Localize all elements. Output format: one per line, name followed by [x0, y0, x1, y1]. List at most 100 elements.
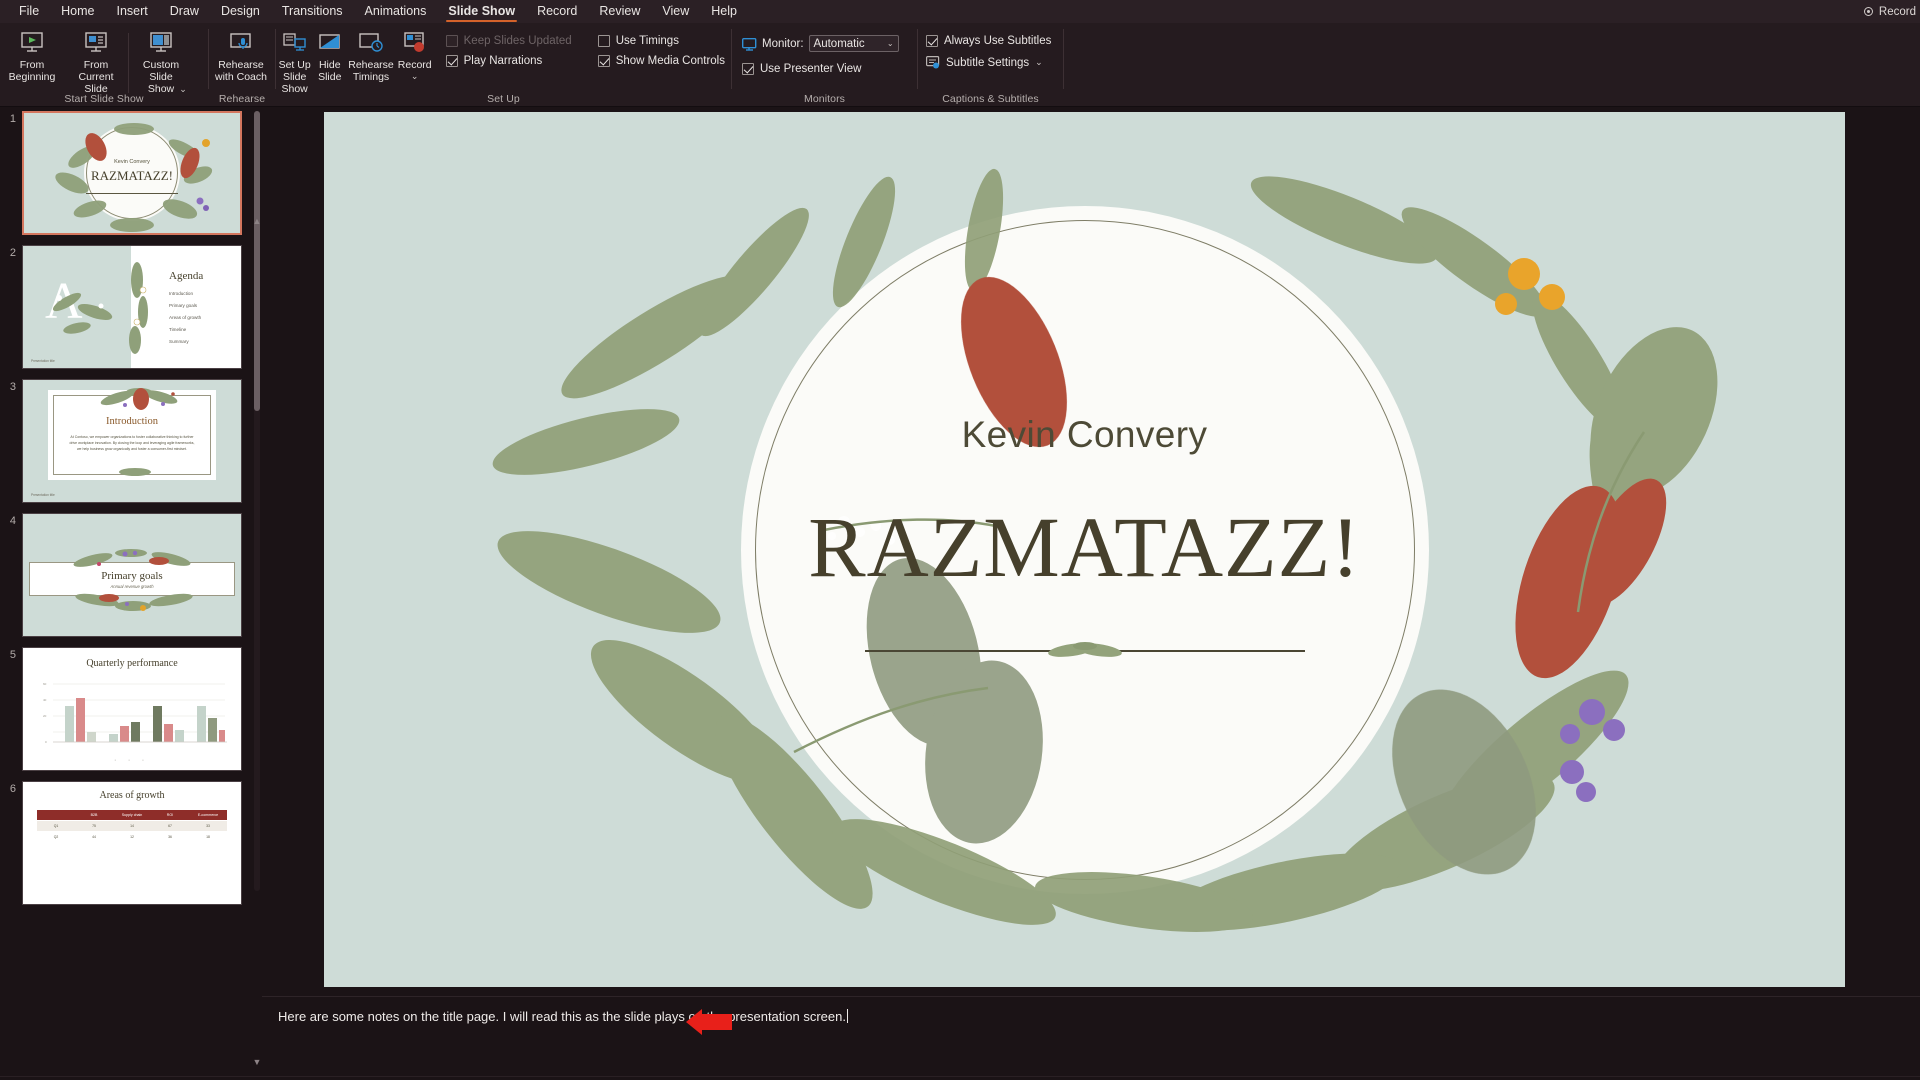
- thumb-table-cell: Q1: [37, 821, 75, 831]
- menu-item-record[interactable]: Record: [526, 0, 588, 23]
- slide-title-text[interactable]: RAZMATAZZ!: [324, 497, 1845, 597]
- monitor-label: Monitor:: [762, 38, 804, 50]
- menu-item-animations[interactable]: Animations: [354, 0, 438, 23]
- menu-item-slide-show[interactable]: Slide Show: [437, 0, 526, 23]
- ribbon-group-label-monitors: Monitors: [732, 93, 917, 105]
- slide-canvas[interactable]: Kevin Convery RAZMATAZZ!: [324, 112, 1845, 987]
- list-item[interactable]: 6 Areas of growth B2B Supply chain ROI E…: [0, 781, 262, 905]
- menu-item-review[interactable]: Review: [588, 0, 651, 23]
- slide-number: 2: [0, 245, 22, 259]
- set-up-slide-show-button[interactable]: Set Up Slide Show: [276, 27, 313, 95]
- always-use-subtitles-checkbox[interactable]: [926, 35, 938, 47]
- menu-item-insert[interactable]: Insert: [106, 0, 159, 23]
- hide-slide-button[interactable]: Hide Slide: [313, 27, 346, 83]
- menu-item-draw[interactable]: Draw: [159, 0, 210, 23]
- keep-slides-updated-label: Keep Slides Updated: [464, 35, 572, 47]
- thumb-agenda-item: Introduction: [169, 288, 201, 300]
- menu-item-help[interactable]: Help: [700, 0, 748, 23]
- slide-number: 4: [0, 513, 22, 527]
- show-media-controls-checkbox[interactable]: [598, 55, 610, 67]
- thumb-agenda-item: Areas of growth: [169, 312, 201, 324]
- notes-pane[interactable]: Here are some notes on the title page. I…: [262, 996, 1920, 1076]
- titlebar-record-area[interactable]: Record: [1864, 0, 1920, 23]
- from-beginning-icon: [18, 30, 46, 56]
- use-timings-checkbox[interactable]: [598, 35, 610, 47]
- notes-text-area[interactable]: Here are some notes on the title page. I…: [272, 1005, 1916, 1072]
- use-timings-checkbox-row[interactable]: Use Timings: [598, 35, 725, 47]
- from-current-slide-button[interactable]: From Current Slide: [64, 27, 128, 95]
- menu-item-home[interactable]: Home: [50, 0, 105, 23]
- list-item[interactable]: 4 Primary goals Annual revenue growth: [0, 513, 262, 637]
- monitor-select[interactable]: Automatic ⌄: [809, 35, 899, 52]
- slide-thumbnail-2[interactable]: A Agenda Introduction: [22, 245, 242, 369]
- thumb-agenda-item: Timeline: [169, 324, 201, 336]
- use-presenter-view-checkbox-row[interactable]: Use Presenter View: [742, 63, 861, 75]
- subtitle-settings-button[interactable]: Subtitle Settings ⌄: [926, 47, 1043, 69]
- play-narrations-checkbox-row[interactable]: Play Narrations: [446, 55, 572, 67]
- list-item[interactable]: 5 Quarterly performance: [0, 647, 262, 771]
- thumb-title: Agenda: [169, 270, 203, 282]
- thumbnail-scrollbar[interactable]: [254, 111, 260, 891]
- ribbon-group-rehearse: Rehearse with Coach Rehearse: [209, 23, 275, 107]
- use-presenter-view-checkbox[interactable]: [742, 63, 754, 75]
- rehearse-timings-button[interactable]: Rehearse Timings: [346, 27, 396, 83]
- use-timings-label: Use Timings: [616, 35, 679, 47]
- menu-item-view[interactable]: View: [651, 0, 700, 23]
- thumb-author: Kevin Convery: [24, 159, 240, 165]
- slide-thumbnail-panel[interactable]: 1: [0, 107, 262, 1076]
- slide-thumbnail-5[interactable]: Quarterly performance: [22, 647, 242, 771]
- thumb-chart: 6040200: [39, 676, 229, 758]
- keep-slides-updated-checkbox-row[interactable]: Keep Slides Updated: [446, 35, 572, 47]
- always-use-subtitles-checkbox-row[interactable]: Always Use Subtitles: [926, 35, 1051, 47]
- rehearse-timings-icon: [357, 30, 385, 56]
- thumb-table-header: [37, 810, 75, 820]
- menu-item-file[interactable]: File: [8, 0, 50, 23]
- record-ribbon-button[interactable]: Record ⌄: [396, 27, 434, 82]
- thumb-table-cell: 67: [151, 821, 189, 831]
- menu-item-design[interactable]: Design: [210, 0, 271, 23]
- svg-text:20: 20: [43, 714, 47, 718]
- ribbon-group-start-slide-show: From Beginning From Current Slide: [0, 23, 208, 107]
- scrollbar-thumb[interactable]: [254, 111, 260, 411]
- thumb-table-header: Supply chain: [113, 810, 151, 820]
- slide-author-text[interactable]: Kevin Convery: [324, 414, 1845, 456]
- svg-text:60: 60: [43, 682, 47, 686]
- slide-thumbnail-1[interactable]: Kevin Convery RAZMATAZZ!: [22, 111, 242, 235]
- show-media-controls-checkbox-row[interactable]: Show Media Controls: [598, 55, 725, 67]
- red-arrow-annotation-icon: [686, 1009, 732, 1035]
- slide-thumbnail-4[interactable]: Primary goals Annual revenue growth: [22, 513, 242, 637]
- setup-checkbox-column-2: Use Timings Show Media Controls: [590, 27, 731, 67]
- status-bar: Slide 1 of 15 Accessibility: Good to go …: [0, 1076, 1920, 1080]
- ribbon-group-label-rehearse: Rehearse: [209, 93, 275, 105]
- list-item[interactable]: 3 Introduction At Contoso, we empower: [0, 379, 262, 503]
- slide-thumbnail-6[interactable]: Areas of growth B2B Supply chain ROI E-c…: [22, 781, 242, 905]
- play-narrations-checkbox[interactable]: [446, 55, 458, 67]
- custom-slide-show-icon: [147, 30, 175, 56]
- thumb-table-cell: 18: [189, 832, 227, 842]
- play-narrations-label: Play Narrations: [464, 55, 543, 67]
- notes-text: Here are some notes on the title page. I…: [278, 1009, 846, 1024]
- scroll-down-arrow-icon[interactable]: ▼: [252, 1056, 262, 1068]
- from-beginning-button[interactable]: From Beginning: [0, 27, 64, 83]
- thumb-title: RAZMATAZZ!: [24, 168, 240, 184]
- chevron-down-icon: ⌄: [887, 39, 896, 48]
- list-item[interactable]: 1: [0, 111, 262, 235]
- menu-item-transitions[interactable]: Transitions: [271, 0, 354, 23]
- hide-slide-label: Hide Slide: [318, 59, 341, 83]
- custom-slide-show-button[interactable]: Custom Slide Show ⌄: [129, 27, 193, 95]
- chevron-down-icon[interactable]: ⌄: [411, 71, 419, 82]
- thumb-chart-legend: ▪ ▪ ▪: [23, 758, 241, 762]
- keep-slides-updated-checkbox[interactable]: [446, 35, 458, 47]
- slide-thumbnail-3[interactable]: Introduction At Contoso, we empower orga…: [22, 379, 242, 503]
- thumb-table-cell: 36: [151, 832, 189, 842]
- slide-leaf-ornament-icon: [1040, 636, 1130, 662]
- slide-canvas-pane: Kevin Convery RAZMATAZZ! Here are some n…: [262, 107, 1920, 1076]
- scroll-up-arrow-icon[interactable]: ▲: [252, 215, 262, 227]
- slide-number: 5: [0, 647, 22, 661]
- thumb-table-header: B2B: [75, 810, 113, 820]
- hide-slide-icon: [316, 30, 344, 56]
- list-item[interactable]: 2 A Agenda: [0, 245, 262, 369]
- rehearse-with-coach-button[interactable]: Rehearse with Coach: [209, 27, 273, 83]
- ribbon-group-label-captions: Captions & Subtitles: [918, 93, 1063, 105]
- chevron-down-icon: ⌄: [1035, 57, 1043, 68]
